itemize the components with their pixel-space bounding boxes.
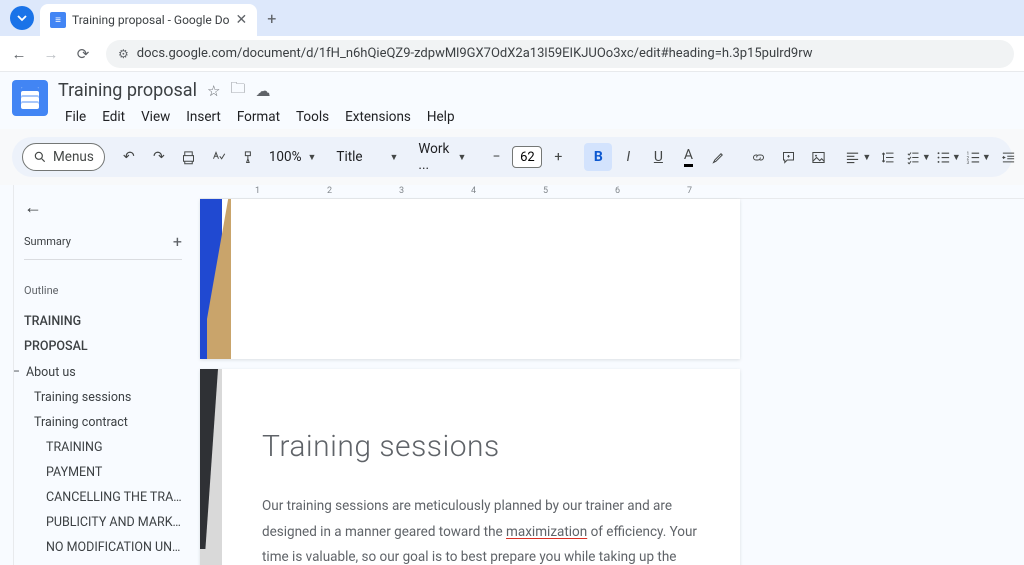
document-outline-panel: ← Summary + Outline TRAINING PROPOSAL −A… bbox=[14, 185, 194, 565]
toolbar: Menus ↶ ↷ 100%▼ Title▼ Work ...▼ − + B I… bbox=[12, 137, 1012, 177]
outline-item[interactable]: CANCELLING THE TRAININ... bbox=[24, 485, 182, 510]
menu-view[interactable]: View bbox=[134, 105, 177, 129]
outline-item[interactable]: Training sessions bbox=[24, 385, 182, 410]
undo-button[interactable]: ↶ bbox=[115, 143, 143, 171]
outline-item[interactable]: Training contract bbox=[24, 410, 182, 435]
workspace: ← Summary + Outline TRAINING PROPOSAL −A… bbox=[0, 185, 1024, 565]
outline-item[interactable]: PAYMENT bbox=[24, 460, 182, 485]
tab-search-button[interactable] bbox=[10, 6, 34, 30]
font-size-increase[interactable]: + bbox=[544, 143, 572, 171]
indent-decrease-button[interactable] bbox=[994, 143, 1022, 171]
document-heading[interactable]: Training sessions bbox=[262, 429, 702, 464]
url-text: docs.google.com/document/d/1fH_n6hQieQZ9… bbox=[137, 46, 813, 61]
chevron-down-icon: ▼ bbox=[389, 152, 398, 163]
summary-label: Summary bbox=[24, 235, 71, 248]
spelling-error[interactable]: maximization bbox=[506, 524, 587, 540]
checklist-button[interactable]: ▼ bbox=[904, 143, 932, 171]
close-tab-icon[interactable]: ✕ bbox=[235, 12, 247, 28]
star-icon[interactable]: ☆ bbox=[207, 82, 220, 100]
site-info-icon[interactable]: ⚙ bbox=[118, 47, 129, 61]
menu-format[interactable]: Format bbox=[230, 105, 287, 129]
underline-button[interactable]: U bbox=[644, 143, 672, 171]
insert-image-button[interactable] bbox=[804, 143, 832, 171]
font-size-decrease[interactable]: − bbox=[482, 143, 510, 171]
nav-back-icon[interactable]: ← bbox=[10, 45, 28, 63]
menubar: File Edit View Insert Format Tools Exten… bbox=[58, 105, 1012, 129]
bulleted-list-button[interactable]: ▼ bbox=[934, 143, 962, 171]
nav-forward-icon[interactable]: → bbox=[42, 45, 60, 63]
vertical-ruler bbox=[0, 185, 14, 565]
menu-help[interactable]: Help bbox=[420, 105, 462, 129]
document-page[interactable] bbox=[200, 199, 740, 359]
outline-list: TRAINING PROPOSAL −About us Training ses… bbox=[24, 309, 182, 565]
browser-tab[interactable]: ≡ Training proposal - Google Do ✕ bbox=[40, 4, 257, 36]
insert-comment-button[interactable] bbox=[774, 143, 802, 171]
chevron-down-icon: ▼ bbox=[457, 152, 466, 163]
spellcheck-button[interactable] bbox=[205, 143, 233, 171]
menu-insert[interactable]: Insert bbox=[179, 105, 228, 129]
collapse-outline-button[interactable]: ← bbox=[24, 197, 182, 218]
browser-address-bar: ← → ⟳ ⚙ docs.google.com/document/d/1fH_n… bbox=[0, 36, 1024, 72]
outline-item[interactable]: PROPOSAL bbox=[24, 334, 182, 359]
font-select[interactable]: Work ...▼ bbox=[414, 141, 470, 173]
highlight-button[interactable] bbox=[704, 143, 732, 171]
text-color-button[interactable]: A bbox=[674, 143, 702, 171]
font-size-control: − + bbox=[482, 143, 572, 171]
zoom-select[interactable]: 100%▼ bbox=[265, 149, 321, 165]
document-canvas[interactable]: 1 2 3 4 5 6 7 Training sessions Our trai… bbox=[194, 185, 1024, 565]
menu-edit[interactable]: Edit bbox=[95, 105, 132, 129]
outline-item[interactable]: TRAINING bbox=[24, 435, 182, 460]
search-icon bbox=[33, 150, 47, 164]
horizontal-ruler[interactable]: 1 2 3 4 5 6 7 bbox=[200, 185, 1024, 199]
docs-header: Training proposal ☆ 🗀 ☁ File Edit View I… bbox=[0, 72, 1024, 129]
document-title[interactable]: Training proposal bbox=[58, 80, 197, 101]
summary-section: Summary + bbox=[24, 232, 182, 260]
line-spacing-button[interactable] bbox=[874, 143, 902, 171]
menu-file[interactable]: File bbox=[58, 105, 93, 129]
url-input[interactable]: ⚙ docs.google.com/document/d/1fH_n6hQieQ… bbox=[106, 40, 1014, 68]
menu-search-button[interactable]: Menus bbox=[22, 143, 105, 171]
bold-button[interactable]: B bbox=[584, 143, 612, 171]
redo-button[interactable]: ↷ bbox=[145, 143, 173, 171]
tab-title: Training proposal - Google Do bbox=[72, 13, 229, 27]
outline-item[interactable]: −About us bbox=[14, 359, 182, 385]
menu-tools[interactable]: Tools bbox=[289, 105, 336, 129]
outline-item[interactable]: PUBLICITY AND MARKETING bbox=[24, 510, 182, 535]
paragraph-style-select[interactable]: Title▼ bbox=[332, 149, 402, 165]
document-page[interactable]: Training sessions Our training sessions … bbox=[200, 369, 740, 565]
font-size-input[interactable] bbox=[512, 146, 542, 168]
docs-favicon-icon: ≡ bbox=[50, 12, 66, 28]
outline-item[interactable]: NO MODIFICATION UNLESS ... bbox=[24, 535, 182, 560]
move-icon[interactable]: 🗀 bbox=[230, 78, 245, 103]
add-summary-button[interactable]: + bbox=[173, 232, 182, 251]
menu-extensions[interactable]: Extensions bbox=[338, 105, 418, 129]
page-decoration bbox=[200, 369, 230, 565]
align-button[interactable]: ▼ bbox=[844, 143, 872, 171]
outline-item[interactable]: APPLICABLE LAW bbox=[24, 560, 182, 565]
browser-tabstrip: ≡ Training proposal - Google Do ✕ + bbox=[0, 0, 1024, 36]
outline-item[interactable]: TRAINING bbox=[24, 309, 182, 334]
new-tab-button[interactable]: + bbox=[267, 9, 276, 28]
numbered-list-button[interactable]: 123▼ bbox=[964, 143, 992, 171]
outline-label: Outline bbox=[24, 284, 182, 297]
nav-reload-icon[interactable]: ⟳ bbox=[74, 45, 92, 63]
collapse-icon[interactable]: − bbox=[14, 364, 20, 380]
page-decoration bbox=[200, 199, 230, 359]
print-button[interactable] bbox=[175, 143, 203, 171]
docs-logo-icon[interactable] bbox=[12, 80, 48, 116]
insert-link-button[interactable] bbox=[744, 143, 772, 171]
chevron-down-icon: ▼ bbox=[307, 152, 316, 163]
document-paragraph[interactable]: Our training sessions are meticulously p… bbox=[262, 494, 702, 565]
cloud-status-icon[interactable]: ☁ bbox=[255, 82, 270, 100]
italic-button[interactable]: I bbox=[614, 143, 642, 171]
svg-text:3: 3 bbox=[967, 160, 970, 164]
paint-format-button[interactable] bbox=[235, 143, 263, 171]
